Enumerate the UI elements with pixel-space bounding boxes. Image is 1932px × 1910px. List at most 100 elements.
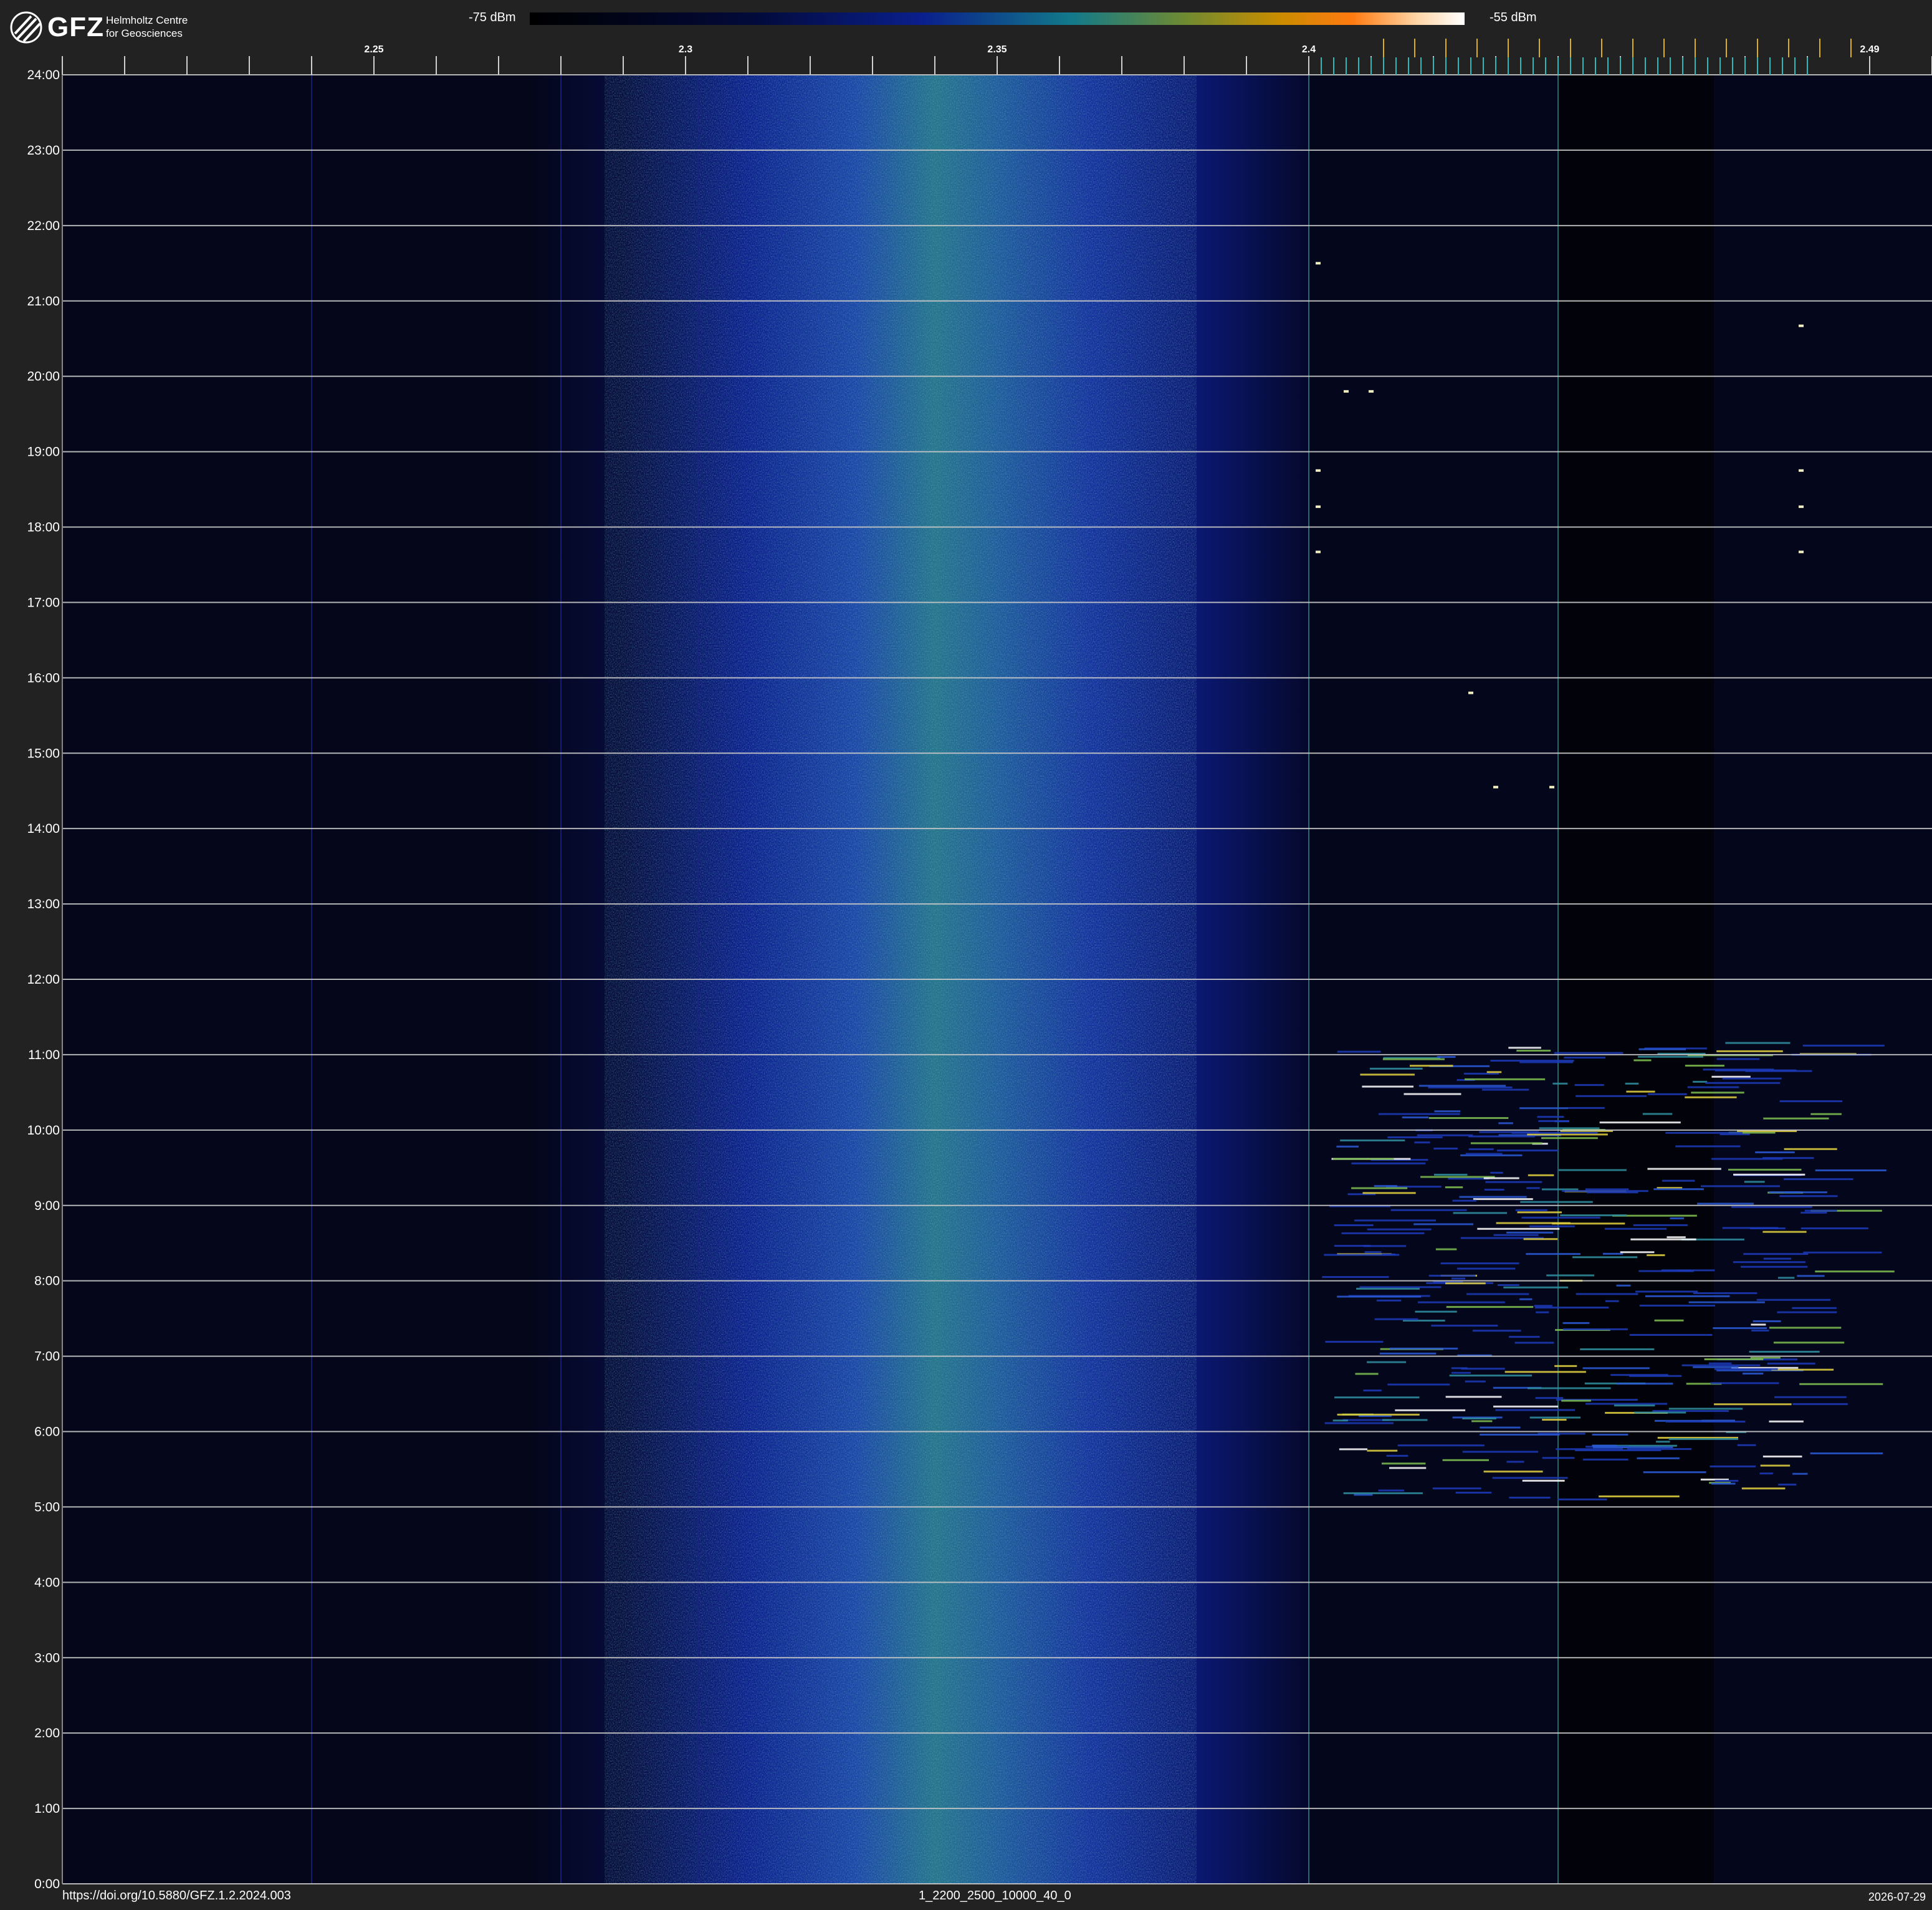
wifi-signal-streak bbox=[1537, 1116, 1564, 1118]
signal-point-11 bbox=[1493, 785, 1498, 789]
wifi-signal-streak bbox=[1716, 1050, 1783, 1052]
wifi-signal-streak bbox=[1541, 1188, 1579, 1191]
wifi-signal-streak bbox=[1492, 1477, 1568, 1479]
wifi-signal-streak bbox=[1363, 1245, 1407, 1247]
y-tick-label-6:00: 6:00 bbox=[34, 1425, 60, 1439]
wifi-signal-streak bbox=[1592, 1446, 1673, 1449]
wifi-signal-streak bbox=[1741, 1487, 1786, 1490]
wifi-signal-streak bbox=[1378, 1489, 1404, 1492]
wifi-signal-streak bbox=[1763, 1117, 1829, 1120]
wifi-signal-streak bbox=[1370, 1067, 1423, 1070]
wifi-signal-streak bbox=[1397, 1444, 1485, 1447]
wifi-signal-streak bbox=[1367, 1361, 1407, 1363]
wifi-signal-streak bbox=[1792, 1307, 1837, 1309]
wifi-signal-streak bbox=[1592, 1433, 1628, 1436]
signal-point-0 bbox=[1316, 262, 1321, 265]
wifi-signal-streak bbox=[1514, 1341, 1554, 1344]
wifi-signal-streak bbox=[1815, 1169, 1887, 1171]
signal-point-3 bbox=[1316, 469, 1321, 472]
wifi-signal-streak bbox=[1418, 1085, 1506, 1087]
wifi-signal-streak bbox=[1431, 1325, 1498, 1327]
wifi-signal-streak bbox=[1462, 1417, 1496, 1419]
wifi-signal-streak bbox=[1503, 1286, 1569, 1289]
x-tick-label-2.35: 2.35 bbox=[987, 44, 1007, 55]
y-tick-label-18:00: 18:00 bbox=[27, 521, 60, 535]
wifi-signal-streak bbox=[1466, 1293, 1529, 1295]
wifi-signal-streak bbox=[1519, 1298, 1533, 1300]
wifi-signal-streak bbox=[1580, 1348, 1655, 1351]
wifi-signal-streak bbox=[1395, 1409, 1466, 1411]
wifi-signal-streak bbox=[1417, 1134, 1473, 1136]
wifi-signal-streak bbox=[1605, 1300, 1619, 1302]
wifi-signal-streak bbox=[1420, 1176, 1495, 1178]
wifi-signal-streak bbox=[1604, 1227, 1667, 1230]
wifi-signal-streak bbox=[1459, 1196, 1527, 1198]
wifi-signal-streak bbox=[1493, 1405, 1559, 1408]
wifi-signal-streak bbox=[1560, 1214, 1627, 1217]
x-tick-label-2.25: 2.25 bbox=[364, 44, 383, 55]
wifi-signal-streak bbox=[1382, 1058, 1445, 1060]
wifi-signal-streak bbox=[1363, 1389, 1382, 1392]
wifi-signal-streak bbox=[1434, 1110, 1461, 1113]
wifi-signal-streak bbox=[1614, 1404, 1655, 1407]
wifi-signal-streak bbox=[1461, 1368, 1505, 1370]
wifi-signal-streak bbox=[1324, 1422, 1394, 1424]
signal-point-7 bbox=[1799, 469, 1804, 472]
wifi-signal-streak bbox=[1521, 1216, 1600, 1219]
wifi-signal-streak bbox=[1670, 1217, 1685, 1219]
wifi-signal-streak bbox=[1379, 1352, 1437, 1355]
wifi-signal-streak bbox=[1325, 1340, 1384, 1343]
footer-date: 2026-07-29 bbox=[1868, 1891, 1926, 1903]
wifi-signal-streak bbox=[1777, 1277, 1795, 1279]
wifi-signal-streak bbox=[1665, 1131, 1743, 1134]
wifi-signal-streak bbox=[1647, 1254, 1665, 1257]
wifi-signal-streak bbox=[1546, 1274, 1595, 1277]
wifi-signal-streak bbox=[1457, 1267, 1516, 1270]
wifi-signal-streak bbox=[1322, 1276, 1389, 1279]
wifi-signal-streak bbox=[1520, 1201, 1593, 1203]
wifi-signal-streak bbox=[1339, 1448, 1368, 1451]
wifi-signal-streak bbox=[1442, 1459, 1489, 1461]
wifi-signal-streak bbox=[1493, 1234, 1539, 1236]
wifi-signal-streak bbox=[1662, 1269, 1715, 1272]
wifi-signal-streak bbox=[1541, 1137, 1598, 1140]
wifi-signal-streak bbox=[1446, 1306, 1534, 1308]
wifi-signal-streak bbox=[1710, 1465, 1756, 1467]
wifi-signal-streak bbox=[1455, 1491, 1492, 1494]
wifi-signal-streak bbox=[1755, 1151, 1795, 1154]
wifi-signal-streak bbox=[1470, 1142, 1542, 1145]
wifi-signal-streak bbox=[1654, 1319, 1684, 1322]
wifi-signal-streak bbox=[1714, 1368, 1778, 1370]
wifi-signal-streak bbox=[1402, 1116, 1429, 1119]
wifi-signal-streak bbox=[1337, 1295, 1422, 1298]
wifi-signal-streak bbox=[1484, 1189, 1504, 1191]
y-tick-label-16:00: 16:00 bbox=[27, 671, 60, 685]
y-tick-label-12:00: 12:00 bbox=[27, 972, 60, 987]
wifi-signal-streak bbox=[1701, 1185, 1780, 1188]
wifi-signal-streak bbox=[1415, 1310, 1457, 1313]
wifi-signal-streak bbox=[1542, 1457, 1575, 1459]
wifi-signal-streak bbox=[1803, 1251, 1882, 1254]
signal-point-12 bbox=[1549, 785, 1554, 789]
wifi-signal-streak bbox=[1792, 1472, 1808, 1475]
wifi-signal-streak bbox=[1508, 1047, 1541, 1049]
wifi-signal-streak bbox=[1355, 1373, 1379, 1375]
wifi-signal-streak bbox=[1483, 1177, 1519, 1179]
wifi-signal-streak bbox=[1362, 1085, 1414, 1088]
wifi-signal-streak bbox=[1675, 1145, 1741, 1148]
wifi-signal-streak bbox=[1529, 1416, 1581, 1419]
y-tick-label-7:00: 7:00 bbox=[34, 1350, 60, 1364]
wifi-signal-streak bbox=[1351, 1187, 1408, 1189]
wifi-signal-streak bbox=[1708, 1362, 1732, 1365]
wifi-signal-streak bbox=[1485, 1181, 1542, 1183]
wifi-signal-streak bbox=[1629, 1333, 1713, 1336]
wifi-signal-streak bbox=[1453, 1212, 1507, 1214]
wifi-signal-streak bbox=[1362, 1192, 1416, 1194]
wifi-signal-streak bbox=[1575, 1449, 1662, 1451]
wifi-signal-streak bbox=[1482, 1088, 1529, 1091]
wifi-signal-streak bbox=[1638, 1048, 1686, 1050]
wifi-signal-streak bbox=[1526, 1187, 1540, 1189]
wifi-signal-streak bbox=[1653, 1188, 1704, 1191]
wifi-signal-streak bbox=[1462, 1451, 1539, 1453]
wifi-signal-streak bbox=[1693, 1292, 1757, 1294]
